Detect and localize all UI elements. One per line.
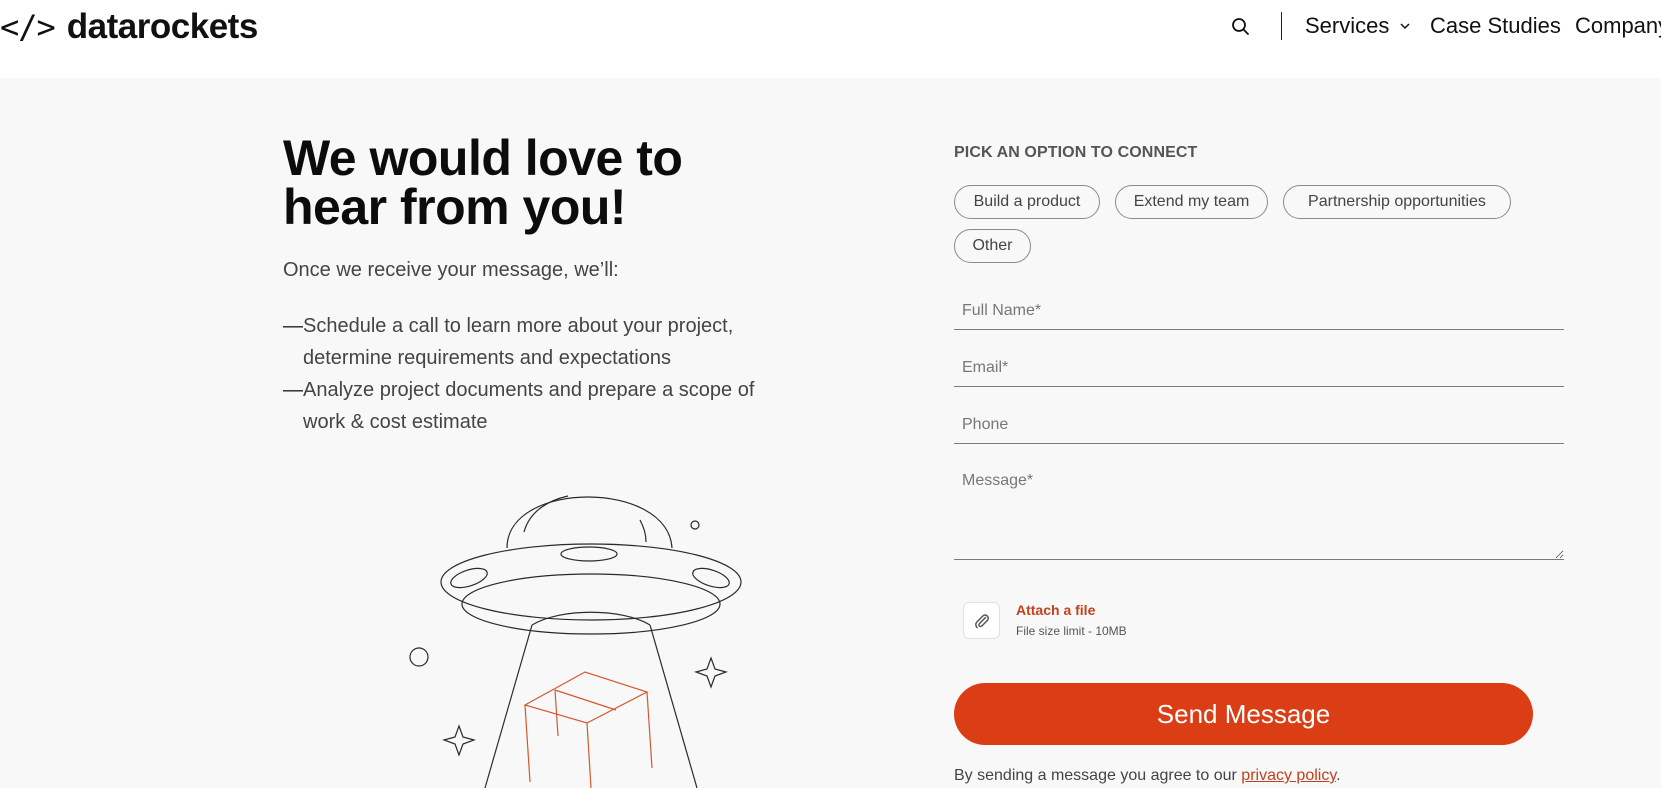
step-text: Schedule a call to learn more about your… bbox=[303, 315, 734, 369]
logo[interactable]: </> datarockets bbox=[0, 6, 258, 48]
steps-list: — Schedule a call to learn more about yo… bbox=[283, 310, 763, 438]
nav-services-label: Services bbox=[1305, 13, 1390, 38]
step-text: Analyze project documents and prepare a … bbox=[303, 379, 755, 433]
intro-text: Once we receive your message, we’ll: bbox=[283, 259, 619, 281]
attach-file-button[interactable] bbox=[963, 602, 1000, 639]
option-other[interactable]: Other bbox=[954, 229, 1031, 263]
option-partnership[interactable]: Partnership opportunities bbox=[1283, 185, 1511, 219]
option-build-product[interactable]: Build a product bbox=[954, 185, 1100, 219]
attach-file-label[interactable]: Attach a file bbox=[1016, 602, 1095, 618]
headline-line-2: hear from you! bbox=[283, 179, 627, 235]
ufo-illustration bbox=[409, 495, 742, 788]
privacy-policy-link[interactable]: privacy policy bbox=[1241, 767, 1336, 784]
dash: — bbox=[283, 315, 303, 337]
chevron-down-icon bbox=[1400, 23, 1410, 30]
nav-company[interactable]: Company bbox=[1575, 12, 1661, 40]
phone-field[interactable] bbox=[954, 407, 1564, 444]
consent-text: By sending a message you agree to our pr… bbox=[954, 767, 1341, 785]
list-item: — Analyze project documents and prepare … bbox=[283, 374, 763, 438]
site-header: </> datarockets Services Case Studies Co… bbox=[0, 0, 1661, 78]
headline-line-1: We would love to bbox=[283, 130, 683, 186]
pick-option-label: PICK AN OPTION TO CONNECT bbox=[954, 144, 1198, 161]
send-message-button[interactable]: Send Message bbox=[954, 683, 1533, 745]
list-item: — Schedule a call to learn more about yo… bbox=[283, 310, 763, 374]
code-brackets-icon: </> bbox=[0, 8, 56, 46]
nav-case-studies[interactable]: Case Studies bbox=[1430, 12, 1561, 40]
consent-prefix: By sending a message you agree to our bbox=[954, 767, 1242, 784]
paperclip-icon bbox=[974, 613, 989, 628]
logo-text: datarockets bbox=[66, 7, 258, 46]
search-icon[interactable] bbox=[1230, 16, 1252, 38]
page-title: We would love to hear from you! bbox=[283, 133, 803, 235]
message-field[interactable] bbox=[954, 464, 1564, 560]
full-name-field[interactable] bbox=[954, 293, 1564, 330]
option-extend-team[interactable]: Extend my team bbox=[1115, 185, 1268, 219]
nav-services[interactable]: Services bbox=[1305, 12, 1411, 40]
email-field[interactable] bbox=[954, 350, 1564, 387]
consent-suffix: . bbox=[1336, 767, 1341, 784]
dash: — bbox=[283, 379, 303, 401]
nav-divider bbox=[1281, 12, 1282, 40]
file-size-limit: File size limit - 10MB bbox=[1016, 624, 1127, 638]
